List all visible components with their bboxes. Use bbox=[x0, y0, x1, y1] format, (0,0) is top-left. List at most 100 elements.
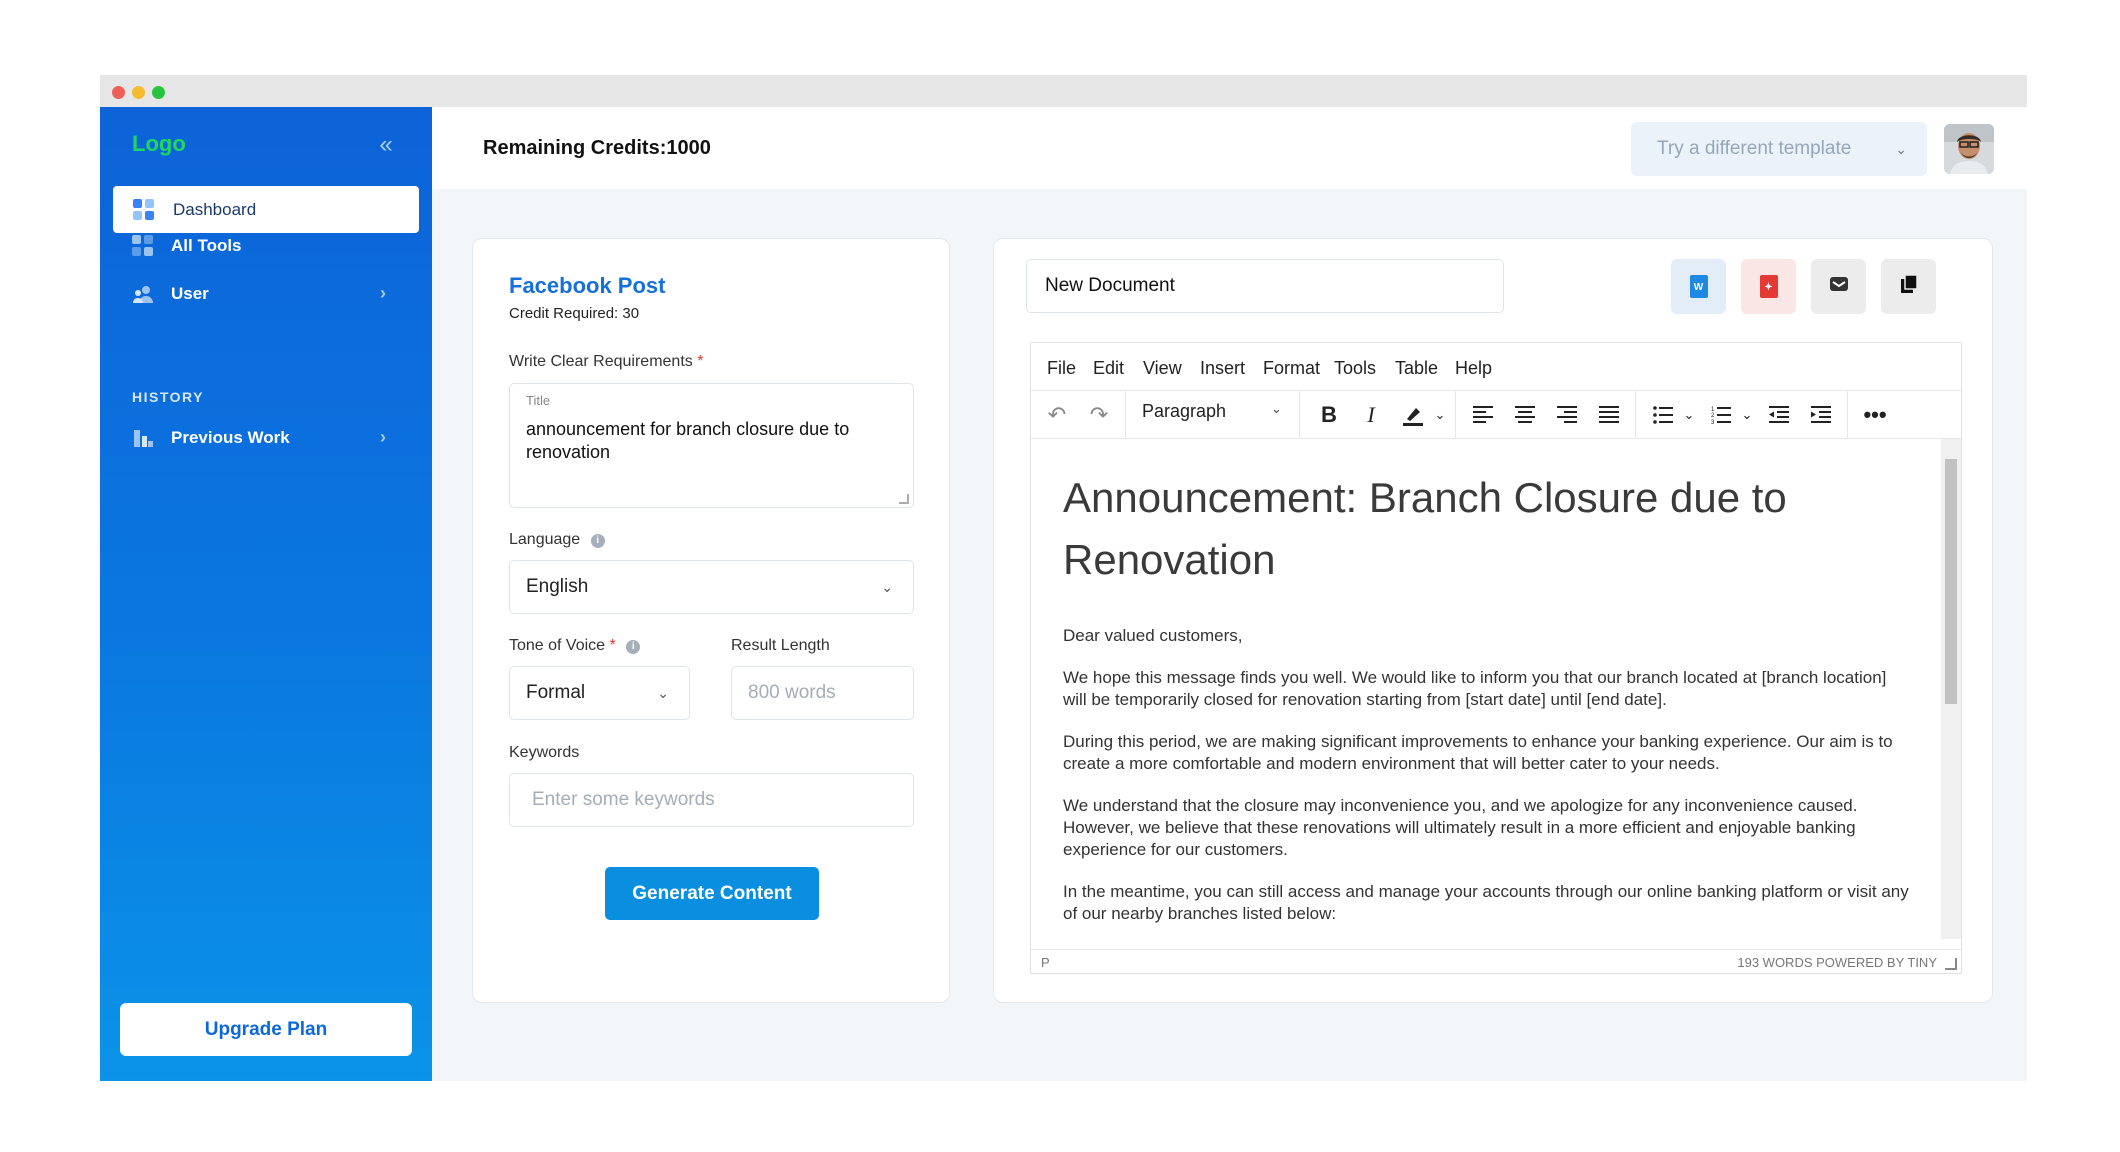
users-icon bbox=[132, 283, 154, 305]
save-button[interactable] bbox=[1811, 259, 1866, 314]
block-format-value: Paragraph bbox=[1142, 401, 1227, 421]
history-section-title: HISTORY bbox=[132, 389, 204, 405]
paragraph: We hope this message finds you well. We … bbox=[1063, 668, 1887, 709]
menu-edit[interactable]: Edit bbox=[1093, 358, 1124, 379]
bullet-list-icon[interactable] bbox=[1643, 391, 1683, 439]
maximize-window-icon[interactable] bbox=[152, 86, 165, 99]
sidebar-item-all-tools[interactable]: All Tools bbox=[100, 222, 406, 269]
editor-toolbar: ↶ ↷ Paragraph ⌄ B I ⌄ ⌄ 1 2 3 ⌄ ••• bbox=[1031, 391, 1961, 439]
tone-value: Formal bbox=[526, 682, 586, 703]
window-titlebar bbox=[100, 75, 2027, 107]
info-icon[interactable]: i bbox=[626, 640, 641, 654]
logo: Logo bbox=[132, 131, 186, 156]
scrollbar-thumb[interactable] bbox=[1945, 459, 1957, 704]
textarea-caption: Title bbox=[526, 393, 551, 408]
chevrons-left-icon[interactable]: « bbox=[372, 131, 400, 159]
resize-handle-icon[interactable] bbox=[899, 494, 909, 504]
menu-tools[interactable]: Tools bbox=[1334, 358, 1376, 379]
language-select[interactable]: English ⌄ bbox=[509, 560, 914, 614]
redo-icon[interactable]: ↷ bbox=[1079, 391, 1119, 439]
content-form-card: Facebook Post Credit Required: 30 Write … bbox=[472, 238, 950, 1003]
tone-select[interactable]: Formal ⌄ bbox=[509, 666, 690, 720]
requirements-textarea[interactable]: Title announcement for branch closure du… bbox=[509, 383, 914, 508]
export-word-button[interactable]: W bbox=[1671, 259, 1726, 314]
tool-title: Facebook Post bbox=[509, 273, 666, 298]
editor-card: New Document W ✦ File Edit View Insert F… bbox=[993, 238, 1993, 1003]
block-format-select[interactable]: Paragraph ⌄ bbox=[1126, 401, 1282, 422]
paragraph: During this period, we are making signif… bbox=[1063, 732, 1893, 773]
sidebar-item-label: All Tools bbox=[171, 235, 242, 255]
svg-text:2: 2 bbox=[1711, 413, 1715, 419]
chevron-down-icon: ⌄ bbox=[1271, 401, 1282, 416]
chevron-down-icon: ⌄ bbox=[657, 685, 669, 701]
align-left-icon[interactable] bbox=[1463, 391, 1503, 439]
editor-scrollbar[interactable] bbox=[1941, 439, 1961, 939]
sidebar-item-user[interactable]: User › bbox=[100, 270, 406, 317]
tone-label-text: Tone of Voice bbox=[509, 637, 606, 654]
copy-icon bbox=[1898, 273, 1920, 300]
chevron-right-icon: › bbox=[380, 283, 386, 303]
keywords-label: Keywords bbox=[509, 744, 580, 761]
editor-menubar: File Edit View Insert Format Tools Table… bbox=[1031, 343, 1961, 391]
upgrade-plan-button[interactable]: Upgrade Plan bbox=[120, 1003, 412, 1056]
undo-icon[interactable]: ↶ bbox=[1037, 391, 1077, 439]
numbered-list-icon[interactable]: 123 bbox=[1701, 391, 1741, 439]
resize-handle-icon[interactable] bbox=[1945, 958, 1957, 970]
word-export-icon: W bbox=[1689, 275, 1708, 298]
sidebar-item-label: User bbox=[171, 283, 209, 303]
language-value: English bbox=[526, 576, 589, 597]
menu-table[interactable]: Table bbox=[1395, 358, 1438, 379]
menu-file[interactable]: File bbox=[1047, 358, 1076, 379]
menu-help[interactable]: Help bbox=[1455, 358, 1492, 379]
outdent-icon[interactable] bbox=[1759, 391, 1799, 439]
rich-text-editor: File Edit View Insert Format Tools Table… bbox=[1030, 342, 1962, 974]
align-center-icon[interactable] bbox=[1505, 391, 1545, 439]
close-window-icon[interactable] bbox=[112, 86, 125, 99]
chevron-down-icon[interactable]: ⌄ bbox=[1737, 391, 1757, 439]
result-length-input[interactable]: 800 words bbox=[731, 666, 914, 720]
document-heading: Announcement: Branch Closure due to Reno… bbox=[1063, 474, 1787, 583]
remaining-credits: Remaining Credits:1000 bbox=[483, 137, 711, 159]
italic-icon[interactable]: I bbox=[1351, 391, 1391, 439]
minimize-window-icon[interactable] bbox=[132, 86, 145, 99]
paragraph: Dear valued customers, bbox=[1063, 626, 1243, 645]
align-right-icon[interactable] bbox=[1547, 391, 1587, 439]
indent-icon[interactable] bbox=[1801, 391, 1841, 439]
chevron-down-icon[interactable]: ⌄ bbox=[1679, 391, 1699, 439]
sidebar-item-previous-work[interactable]: Previous Work › bbox=[100, 414, 406, 461]
sidebar-item-label: Dashboard bbox=[173, 199, 257, 219]
copy-button[interactable] bbox=[1881, 259, 1936, 314]
highlight-icon[interactable] bbox=[1393, 391, 1433, 439]
menu-view[interactable]: View bbox=[1143, 358, 1182, 379]
element-path[interactable]: P bbox=[1041, 955, 1050, 970]
sidebar-item-label: Previous Work bbox=[171, 427, 290, 447]
editor-content[interactable]: Announcement: Branch Closure due to Reno… bbox=[1031, 439, 1943, 939]
grid-icon bbox=[132, 234, 154, 257]
avatar[interactable] bbox=[1944, 124, 1994, 174]
paragraph: In the meantime, you can still access an… bbox=[1063, 882, 1909, 923]
language-label-text: Language bbox=[509, 531, 581, 548]
chart-icon bbox=[132, 427, 154, 449]
result-length-label: Result Length bbox=[731, 637, 830, 654]
document-name-input[interactable]: New Document bbox=[1026, 259, 1504, 313]
keywords-input[interactable]: Enter some keywords bbox=[509, 773, 914, 827]
pdf-export-icon: ✦ bbox=[1759, 275, 1778, 298]
menu-format[interactable]: Format bbox=[1263, 358, 1320, 379]
template-select[interactable]: Try a different template ⌄ bbox=[1631, 122, 1927, 176]
bold-icon[interactable]: B bbox=[1309, 391, 1349, 439]
info-icon[interactable]: i bbox=[590, 534, 605, 548]
toolbar-separator bbox=[1635, 391, 1636, 439]
chevron-down-icon[interactable]: ⌄ bbox=[1429, 391, 1451, 439]
template-select-label: Try a different template bbox=[1657, 138, 1852, 159]
generate-content-button[interactable]: Generate Content bbox=[605, 867, 819, 920]
requirements-label: Write Clear Requirements * bbox=[509, 353, 703, 371]
menu-insert[interactable]: Insert bbox=[1200, 358, 1245, 379]
word-count: 193 WORDS POWERED BY TINY bbox=[1737, 955, 1937, 970]
justify-icon[interactable] bbox=[1589, 391, 1629, 439]
export-pdf-button[interactable]: ✦ bbox=[1741, 259, 1796, 314]
credit-required: Credit Required: 30 bbox=[509, 305, 640, 322]
toolbar-separator bbox=[1299, 391, 1300, 439]
paragraph: We understand that the closure may incon… bbox=[1063, 796, 1858, 859]
textarea-value: announcement for branch closure due to r… bbox=[526, 419, 850, 462]
more-icon[interactable]: ••• bbox=[1855, 391, 1895, 439]
